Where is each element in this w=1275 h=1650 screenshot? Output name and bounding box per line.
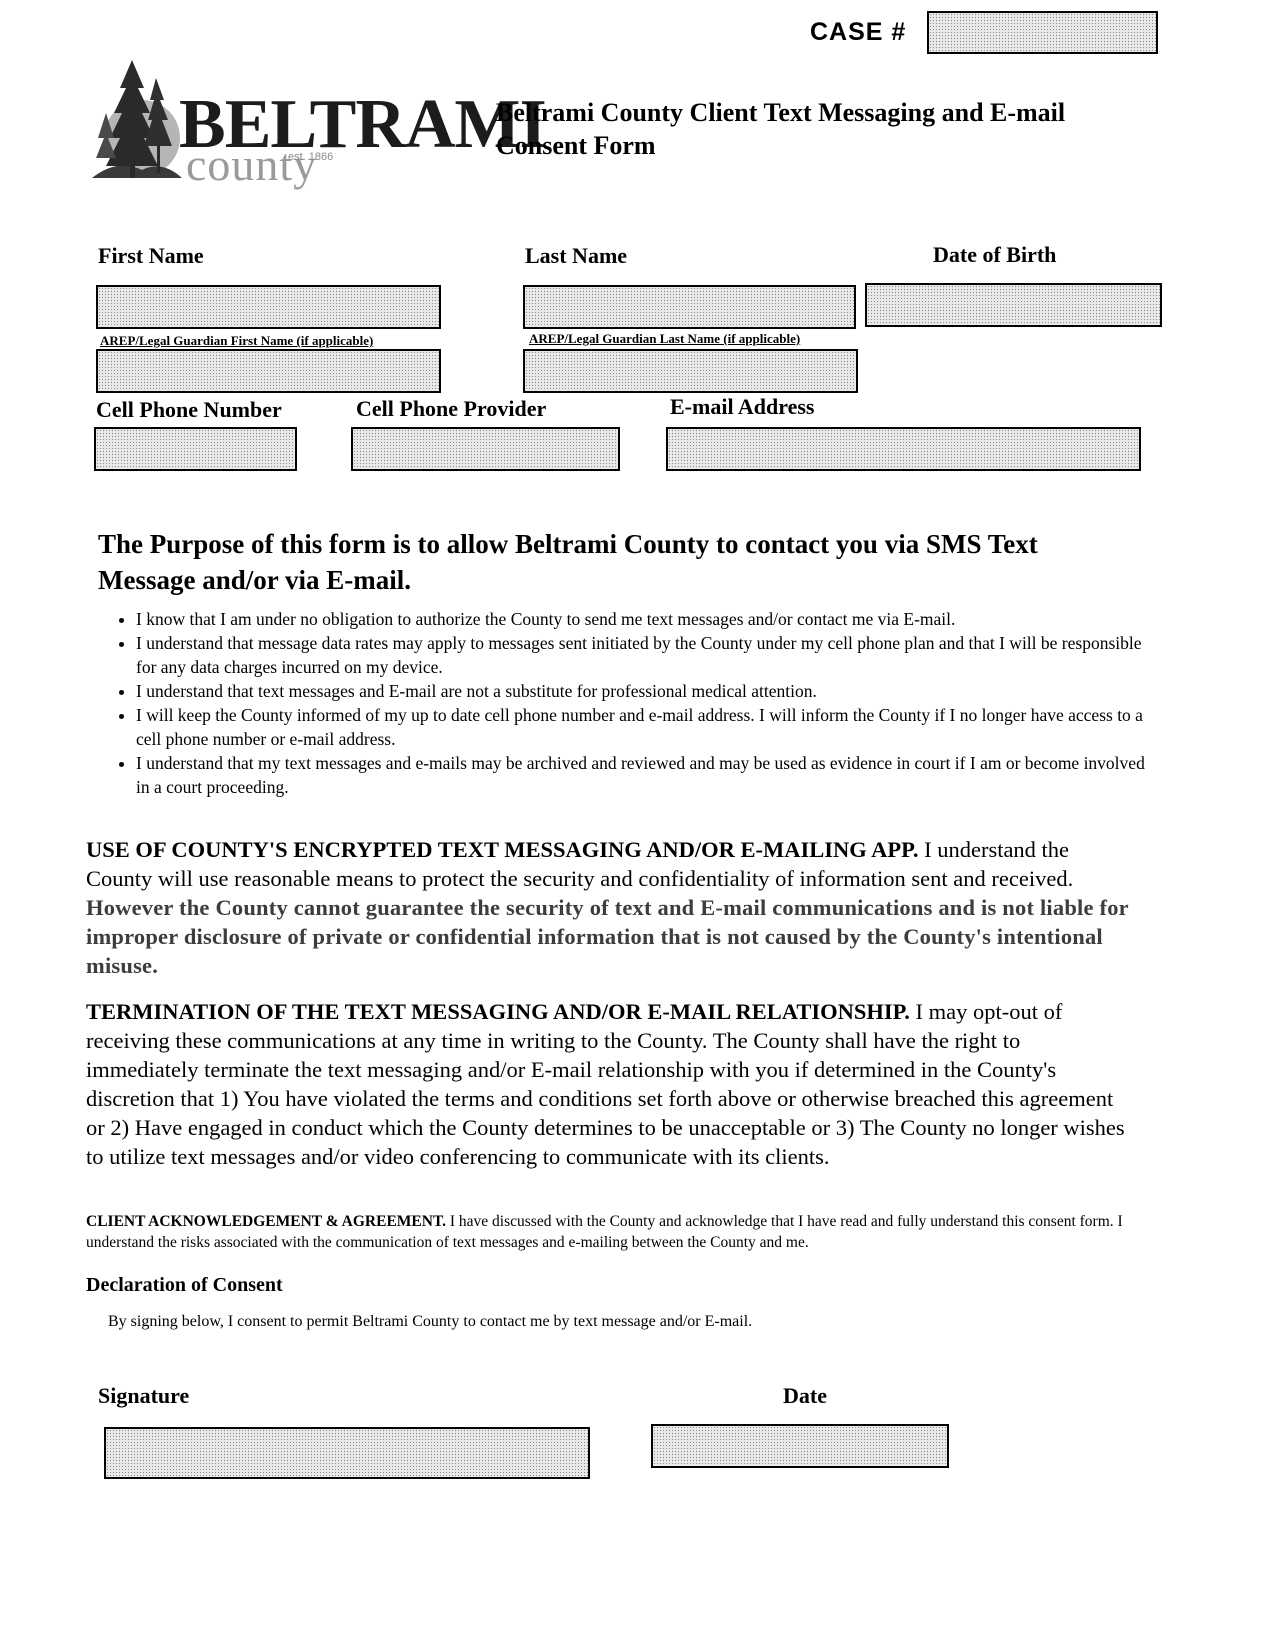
declaration-heading: Declaration of Consent (86, 1274, 283, 1296)
acknowledgement-section: CLIENT ACKNOWLEDGEMENT & AGREEMENT. I ha… (86, 1211, 1146, 1253)
form-title: Beltrami County Client Text Messaging an… (496, 96, 1065, 162)
beltrami-county-logo: BELTRAMI county est. 1866 (92, 58, 547, 198)
purpose-heading-line-2: Message and/or via E-mail. (98, 565, 411, 595)
purpose-bullet-list: I know that I am under no obligation to … (96, 607, 1146, 799)
sign-date-label: Date (783, 1383, 827, 1408)
first-name-input[interactable] (98, 287, 439, 327)
cell-phone-label: Cell Phone Number (96, 397, 282, 422)
dob-field[interactable] (865, 283, 1162, 327)
form-title-line-2: Consent Form (496, 131, 656, 160)
first-name-label: First Name (98, 243, 204, 268)
first-name-field[interactable] (96, 285, 441, 329)
cell-phone-input[interactable] (96, 429, 295, 469)
acknowledgement-heading: CLIENT ACKNOWLEDGEMENT & AGREEMENT. (86, 1213, 447, 1230)
provider-label: Cell Phone Provider (356, 396, 547, 421)
signature-field[interactable] (104, 1427, 590, 1479)
cell-phone-field[interactable] (94, 427, 297, 471)
purpose-bullet: I understand that text messages and E-ma… (136, 679, 1146, 703)
termination-heading: TERMINATION OF THE TEXT MESSAGING AND/OR… (86, 999, 910, 1024)
termination-section: TERMINATION OF THE TEXT MESSAGING AND/OR… (86, 997, 1136, 1171)
provider-input[interactable] (353, 429, 618, 469)
signature-label: Signature (98, 1383, 190, 1408)
email-input[interactable] (668, 429, 1139, 469)
termination-body: I may opt-out of receiving these communi… (86, 999, 1125, 1169)
arep-first-name-label: AREP/Legal Guardian First Name (if appli… (100, 333, 374, 348)
declaration-body: By signing below, I consent to permit Be… (108, 1313, 753, 1330)
form-title-line-1: Beltrami County Client Text Messaging an… (496, 98, 1066, 127)
purpose-bullet: I will keep the County informed of my up… (136, 703, 1146, 751)
use-of-app-heading: USE OF COUNTY'S ENCRYPTED TEXT MESSAGING… (86, 837, 919, 862)
signature-input[interactable] (106, 1429, 588, 1477)
purpose-heading: The Purpose of this form is to allow Bel… (98, 526, 1158, 598)
arep-last-name-label: AREP/Legal Guardian Last Name (if applic… (529, 331, 801, 346)
logo-subname: county (186, 139, 318, 190)
use-of-app-section: USE OF COUNTY'S ENCRYPTED TEXT MESSAGING… (86, 835, 1136, 980)
arep-first-name-input[interactable] (98, 351, 439, 391)
provider-field[interactable] (351, 427, 620, 471)
use-of-app-disclaimer: However the County cannot guarantee the … (86, 895, 1129, 978)
sign-date-field[interactable] (651, 1424, 949, 1468)
purpose-bullet: I understand that my text messages and e… (136, 751, 1146, 799)
sign-date-input[interactable] (653, 1426, 947, 1466)
arep-first-name-field[interactable] (96, 349, 441, 393)
dob-input[interactable] (867, 285, 1160, 325)
pine-trees-icon (92, 60, 182, 178)
arep-last-name-field[interactable] (523, 349, 858, 393)
last-name-label: Last Name (525, 243, 628, 268)
case-number-label: CASE # (810, 18, 907, 46)
arep-last-name-input[interactable] (525, 351, 856, 391)
dob-label: Date of Birth (933, 242, 1057, 267)
purpose-bullet: I know that I am under no obligation to … (136, 607, 1146, 631)
email-label: E-mail Address (670, 394, 815, 419)
last-name-input[interactable] (525, 287, 854, 327)
email-field[interactable] (666, 427, 1141, 471)
case-number-input[interactable] (929, 13, 1156, 52)
purpose-bullet: I understand that message data rates may… (136, 631, 1146, 679)
case-number-field[interactable] (927, 11, 1158, 54)
purpose-heading-line-1: The Purpose of this form is to allow Bel… (98, 529, 1038, 559)
logo-est: est. 1866 (288, 151, 334, 163)
last-name-field[interactable] (523, 285, 856, 329)
